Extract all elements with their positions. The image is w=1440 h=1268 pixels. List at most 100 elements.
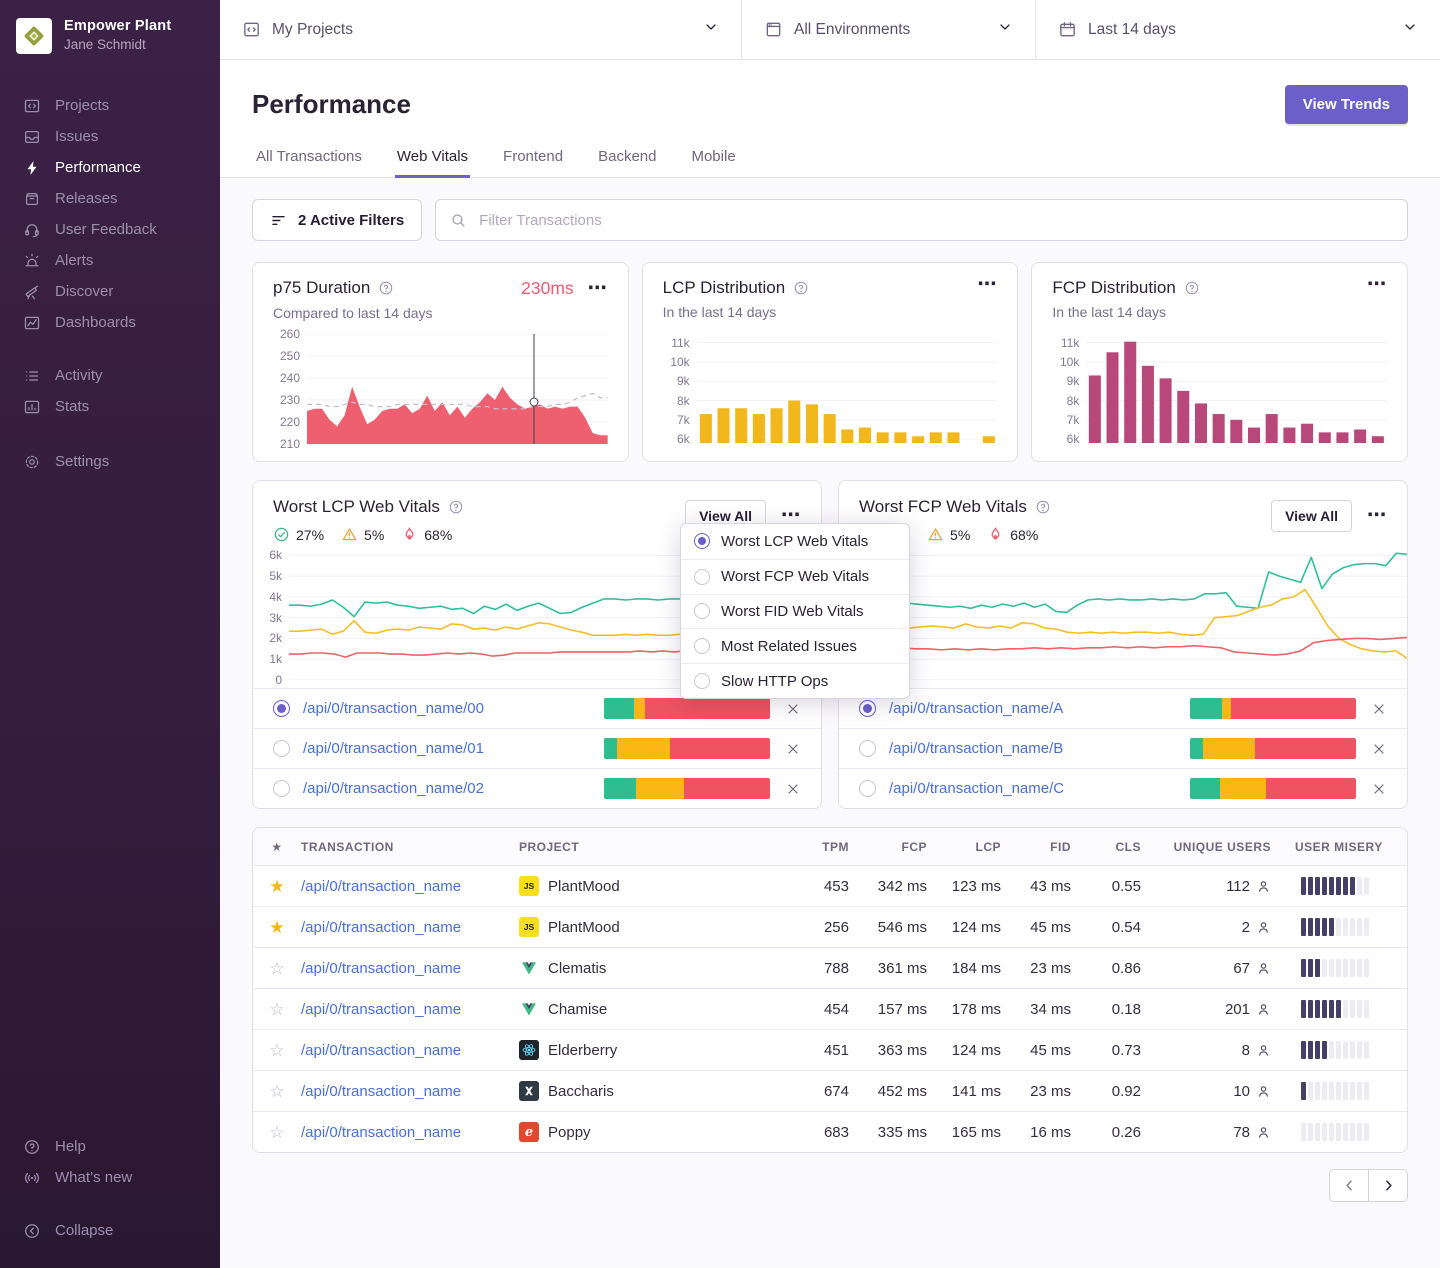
sidebar-item-stats[interactable]: Stats bbox=[0, 391, 220, 422]
check-circle-icon bbox=[273, 526, 290, 543]
tab-web-vitals[interactable]: Web Vitals bbox=[395, 138, 470, 178]
project-cell[interactable]: Clematis bbox=[519, 958, 779, 978]
tab-backend[interactable]: Backend bbox=[596, 138, 658, 178]
card-context-menu-icon[interactable]: ⋯ bbox=[1367, 509, 1387, 523]
fcp-card-title: FCP Distribution bbox=[1052, 278, 1175, 298]
transaction-link[interactable]: /api/0/transaction_name/01 bbox=[303, 740, 591, 757]
date-range-dropdown[interactable]: Last 14 days bbox=[1036, 0, 1440, 59]
transaction-link[interactable]: /api/0/transaction_name bbox=[301, 1042, 519, 1059]
pagination bbox=[252, 1169, 1408, 1202]
transaction-link[interactable]: /api/0/transaction_name/02 bbox=[303, 780, 591, 797]
help-icon[interactable] bbox=[1035, 499, 1051, 515]
sidebar-item-settings[interactable]: Settings bbox=[0, 446, 220, 477]
sidebar-item-discover[interactable]: Discover bbox=[0, 276, 220, 307]
sidebar-item-issues[interactable]: Issues bbox=[0, 121, 220, 152]
card-context-menu-icon[interactable]: ⋯ bbox=[588, 282, 608, 296]
next-page-button[interactable] bbox=[1368, 1169, 1408, 1202]
view-all-button[interactable]: View All bbox=[1271, 500, 1352, 532]
help-icon[interactable] bbox=[378, 280, 394, 296]
transaction-radio-button[interactable] bbox=[273, 700, 290, 717]
project-cell[interactable]: Elderberry bbox=[519, 1040, 779, 1060]
transaction-radio-button[interactable] bbox=[859, 740, 876, 757]
card-context-menu-icon[interactable]: ⋯ bbox=[1367, 278, 1387, 292]
star-toggle[interactable]: ☆ bbox=[253, 1124, 301, 1141]
transaction-link[interactable]: /api/0/transaction_name/A bbox=[889, 700, 1177, 717]
transaction-link[interactable]: /api/0/transaction_name/00 bbox=[303, 700, 591, 717]
transaction-link[interactable]: /api/0/transaction_name bbox=[301, 960, 519, 977]
sidebar-item-alerts[interactable]: Alerts bbox=[0, 245, 220, 276]
tab-all-transactions[interactable]: All Transactions bbox=[254, 138, 364, 178]
menu-item-most-related-issues[interactable]: Most Related Issues bbox=[681, 628, 909, 663]
sidebar-item-what-s-new[interactable]: What’s new bbox=[0, 1162, 220, 1193]
help-icon[interactable] bbox=[448, 499, 464, 515]
environment-filter-dropdown[interactable]: All Environments bbox=[742, 0, 1036, 59]
star-toggle[interactable]: ★ bbox=[253, 919, 301, 936]
misery-bar-segment bbox=[1322, 918, 1327, 936]
org-switcher[interactable]: Empower Plant Jane Schmidt bbox=[0, 0, 220, 68]
project-cell[interactable]: JSPlantMood bbox=[519, 876, 779, 896]
sidebar-item-performance[interactable]: Performance bbox=[0, 152, 220, 183]
star-toggle[interactable]: ☆ bbox=[253, 1001, 301, 1018]
tab-mobile[interactable]: Mobile bbox=[689, 138, 737, 178]
fcp-value: 157 ms bbox=[849, 1001, 927, 1018]
menu-item-worst-fcp-web-vitals[interactable]: Worst FCP Web Vitals bbox=[681, 559, 909, 594]
table-row: ☆/api/0/transaction_nameBaccharis674452 … bbox=[253, 1070, 1407, 1111]
project-filter-dropdown[interactable]: My Projects bbox=[220, 0, 742, 59]
star-toggle[interactable]: ☆ bbox=[253, 960, 301, 977]
transaction-link[interactable]: /api/0/transaction_name/C bbox=[889, 780, 1177, 797]
transaction-link[interactable]: /api/0/transaction_name bbox=[301, 1083, 519, 1100]
remove-transaction-button[interactable] bbox=[1369, 699, 1389, 719]
card-context-menu-icon[interactable]: ⋯ bbox=[781, 509, 801, 523]
menu-item-worst-lcp-web-vitals[interactable]: Worst LCP Web Vitals bbox=[681, 524, 909, 559]
sidebar-item-collapse[interactable]: Collapse bbox=[0, 1215, 220, 1246]
project-cell[interactable]: Baccharis bbox=[519, 1081, 779, 1101]
help-icon[interactable] bbox=[793, 280, 809, 296]
transaction-radio-button[interactable] bbox=[859, 700, 876, 717]
transaction-radio-button[interactable] bbox=[859, 780, 876, 797]
misery-bar-segment bbox=[1364, 1082, 1369, 1100]
project-cell[interactable]: JSPlantMood bbox=[519, 917, 779, 937]
tab-frontend[interactable]: Frontend bbox=[501, 138, 565, 178]
worst-fcp-title: Worst FCP Web Vitals bbox=[859, 497, 1027, 517]
transaction-link[interactable]: /api/0/transaction_name bbox=[301, 1001, 519, 1018]
transaction-radio-button[interactable] bbox=[273, 780, 290, 797]
sidebar-item-releases[interactable]: Releases bbox=[0, 183, 220, 214]
sidebar-item-help[interactable]: Help bbox=[0, 1131, 220, 1162]
remove-transaction-button[interactable] bbox=[783, 779, 803, 799]
transaction-link[interactable]: /api/0/transaction_name bbox=[301, 1124, 519, 1141]
sidebar-item-user-feedback[interactable]: User Feedback bbox=[0, 214, 220, 245]
fcp-distribution-chart[interactable] bbox=[1086, 333, 1387, 443]
project-cell[interactable]: ePoppy bbox=[519, 1122, 779, 1142]
remove-transaction-button[interactable] bbox=[783, 739, 803, 759]
active-filters-button[interactable]: 2 Active Filters bbox=[252, 199, 422, 241]
transaction-link[interactable]: /api/0/transaction_name/B bbox=[889, 740, 1177, 757]
remove-transaction-button[interactable] bbox=[783, 699, 803, 719]
help-icon[interactable] bbox=[1184, 280, 1200, 296]
star-toggle[interactable]: ★ bbox=[253, 878, 301, 895]
sidebar-item-activity[interactable]: Activity bbox=[0, 360, 220, 391]
unique-users-cell: 2 bbox=[1141, 919, 1271, 936]
transaction-radio-button[interactable] bbox=[273, 740, 290, 757]
p75-duration-chart[interactable] bbox=[307, 334, 608, 444]
worst-fcp-vitals-chart[interactable] bbox=[875, 547, 1407, 680]
card-context-menu-icon[interactable]: ⋯ bbox=[977, 278, 997, 292]
sidebar-item-projects[interactable]: Projects bbox=[0, 90, 220, 121]
project-cell[interactable]: Chamise bbox=[519, 999, 779, 1019]
transaction-link[interactable]: /api/0/transaction_name bbox=[301, 878, 519, 895]
table-row: ☆/api/0/transaction_nameePoppy683335 ms1… bbox=[253, 1111, 1407, 1152]
remove-transaction-button[interactable] bbox=[1369, 739, 1389, 759]
menu-item-worst-fid-web-vitals[interactable]: Worst FID Web Vitals bbox=[681, 594, 909, 629]
star-toggle[interactable]: ☆ bbox=[253, 1042, 301, 1059]
remove-transaction-button[interactable] bbox=[1369, 779, 1389, 799]
lcp-distribution-chart[interactable] bbox=[697, 333, 998, 443]
search-input[interactable] bbox=[477, 211, 1393, 230]
transaction-link[interactable]: /api/0/transaction_name bbox=[301, 919, 519, 936]
bar-segment bbox=[1190, 778, 1220, 799]
sidebar-item-dashboards[interactable]: Dashboards bbox=[0, 307, 220, 338]
star-column-header-icon[interactable]: ★ bbox=[253, 841, 301, 853]
star-toggle[interactable]: ☆ bbox=[253, 1083, 301, 1100]
menu-item-slow-http-ops[interactable]: Slow HTTP Ops bbox=[681, 663, 909, 698]
previous-page-button[interactable] bbox=[1329, 1169, 1369, 1202]
unique-users-cell: 67 bbox=[1141, 960, 1271, 977]
view-trends-button[interactable]: View Trends bbox=[1285, 85, 1408, 124]
